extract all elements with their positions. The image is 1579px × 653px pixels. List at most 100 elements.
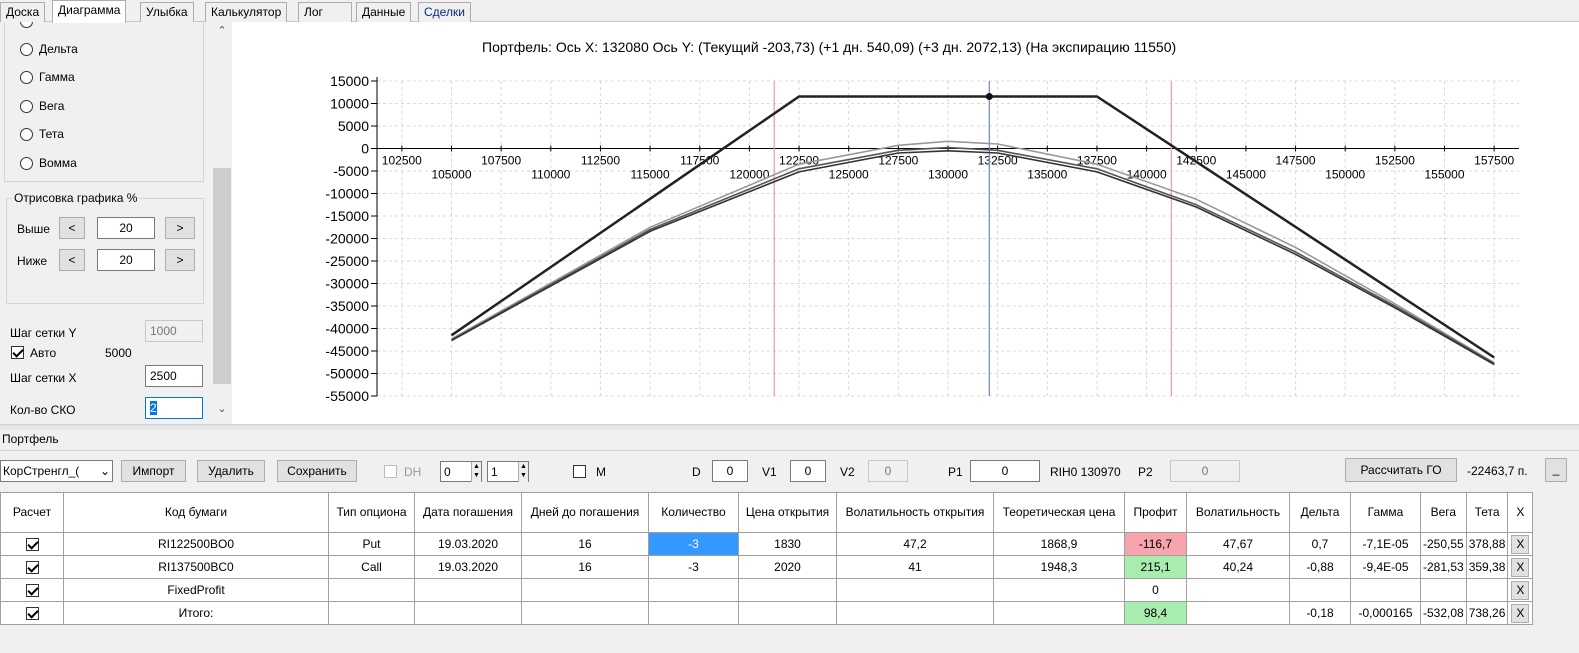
col-header-type[interactable]: Тип опциона [328,492,415,533]
tab-diagram[interactable]: Диаграмма [52,0,127,23]
cell-profit[interactable]: -116,7 [1124,532,1187,556]
tab-board[interactable]: Доска [0,2,46,22]
p2-input[interactable]: 0 [1170,460,1240,482]
cell-open-price[interactable]: 1830 [738,532,837,556]
import-button[interactable]: Импорт [121,460,186,482]
delete-button[interactable]: Удалить [197,460,265,482]
cell-theta[interactable]: 738,26 [1465,601,1509,625]
remove-row-button[interactable]: X [1511,603,1530,623]
cell-days[interactable] [521,601,649,625]
col-header-open-vol[interactable]: Волатильность открытия [836,492,994,533]
cell-vega[interactable]: -281,53 [1420,555,1467,579]
cell-calc[interactable] [0,532,64,556]
grid-x-input[interactable]: 2500 [145,365,203,387]
col-header-qty[interactable]: Количество [648,492,739,533]
radio-vega[interactable]: Вега [20,97,64,115]
cell-calc[interactable] [0,578,64,602]
cell-days[interactable]: 16 [521,532,649,556]
radio-vomma[interactable]: Вомма [20,154,77,172]
spin-arrows-icon[interactable]: ▲ ▼ [471,462,481,482]
spin2-input[interactable]: 1 ▲ ▼ [487,461,529,482]
cell-date[interactable] [414,601,522,625]
cell-theo-price[interactable]: 1948,3 [993,555,1125,579]
cell-delta[interactable] [1289,578,1351,602]
cell-open-vol[interactable] [836,601,994,625]
spin1-input[interactable]: 0 ▲ ▼ [440,461,482,482]
cell-theo-price[interactable]: 1868,9 [993,532,1125,556]
cell-code[interactable]: RI137500BC0 [63,555,329,579]
cell-qty[interactable]: -3 [648,532,739,556]
cell-code[interactable]: Итого: [63,601,329,625]
cell-vol[interactable] [1186,601,1290,625]
cell-days[interactable]: 16 [521,555,649,579]
cell-qty[interactable] [648,578,739,602]
cell-calc[interactable] [0,601,64,625]
cell-days[interactable] [521,578,649,602]
cell-vol[interactable]: 47,67 [1186,532,1290,556]
cell-type[interactable]: Put [328,532,415,556]
col-header-calc[interactable]: Расчет [0,492,64,533]
cell-theta[interactable] [1465,578,1509,602]
col-header-code[interactable]: Код бумаги [63,492,329,533]
dh-checkbox[interactable] [384,465,397,478]
scroll-thumb[interactable] [213,168,231,384]
calculate-go-button[interactable]: Рассчитать ГО [1345,458,1457,482]
cell-open-vol[interactable]: 41 [836,555,994,579]
portfolio-select[interactable]: КорСтренгл_( ⌄ [0,460,113,482]
cell-vol[interactable]: 40,24 [1186,555,1290,579]
spin-arrows-icon[interactable]: ▲ ▼ [518,462,528,482]
col-header-days[interactable]: Дней до погашения [521,492,649,533]
tab-deals[interactable]: Сделки [418,2,471,22]
col-header-profit[interactable]: Профит [1124,492,1187,533]
calc-checkbox[interactable] [25,607,39,621]
tab-smile[interactable]: Улыбка [140,2,194,22]
calc-checkbox[interactable] [25,561,39,575]
grid-y-input[interactable]: 1000 [145,320,203,342]
cell-delta[interactable]: 0,7 [1289,532,1351,556]
v2-input[interactable]: 0 [868,460,908,482]
below-decrease-button[interactable]: < [59,249,85,271]
col-header-theo-price[interactable]: Теоретическая цена [993,492,1125,533]
cell-vega[interactable] [1420,578,1467,602]
cell-type[interactable] [328,601,415,625]
radio-gamma[interactable]: Гамма [20,68,75,86]
cell-qty[interactable] [648,601,739,625]
below-percent-input[interactable]: 20 [97,249,155,271]
table-row[interactable]: FixedProfit 0 X [0,578,1534,602]
table-row[interactable]: RI122500BO0 Put 19.03.2020 16 -3 1830 47,2 1868… [0,532,1534,556]
radio-partial[interactable] [20,22,33,30]
col-header-vega[interactable]: Вега [1420,492,1467,533]
cell-theta[interactable]: 359,38 [1465,555,1509,579]
below-increase-button[interactable]: > [165,249,195,271]
left-panel-scrollbar[interactable]: ⌃ ⌄ [212,22,232,424]
col-header-delta[interactable]: Дельта [1289,492,1351,533]
cell-open-vol[interactable] [836,578,994,602]
col-header-vol[interactable]: Волатильность [1186,492,1290,533]
above-increase-button[interactable]: > [165,217,195,239]
cell-code[interactable]: FixedProfit [63,578,329,602]
cell-profit[interactable]: 0 [1124,578,1187,602]
cell-calc[interactable] [0,555,64,579]
col-header-gamma[interactable]: Гамма [1350,492,1421,533]
scroll-up-icon[interactable]: ⌃ [212,24,232,42]
cell-gamma[interactable] [1350,578,1421,602]
cell-vega[interactable]: -532,08 [1420,601,1467,625]
d-input[interactable]: 0 [712,460,748,482]
cell-date[interactable]: 19.03.2020 [414,532,522,556]
cell-vega[interactable]: -250,55 [1420,532,1467,556]
sko-count-input[interactable]: 2 [145,397,203,419]
cell-open-price[interactable] [738,601,837,625]
cell-date[interactable]: 19.03.2020 [414,555,522,579]
col-header-theta[interactable]: Тета [1465,492,1509,533]
tab-log[interactable]: Лог [298,2,352,22]
cell-type[interactable] [328,578,415,602]
cell-delta[interactable]: -0,88 [1289,555,1351,579]
cell-profit[interactable]: 98,4 [1124,601,1187,625]
tab-data[interactable]: Данные [356,2,412,22]
m-checkbox[interactable] [573,465,586,478]
cell-qty[interactable]: -3 [648,555,739,579]
cell-profit[interactable]: 215,1 [1124,555,1187,579]
cell-open-vol[interactable]: 47,2 [836,532,994,556]
cell-gamma[interactable]: -0,000165 [1350,601,1421,625]
cell-type[interactable]: Call [328,555,415,579]
